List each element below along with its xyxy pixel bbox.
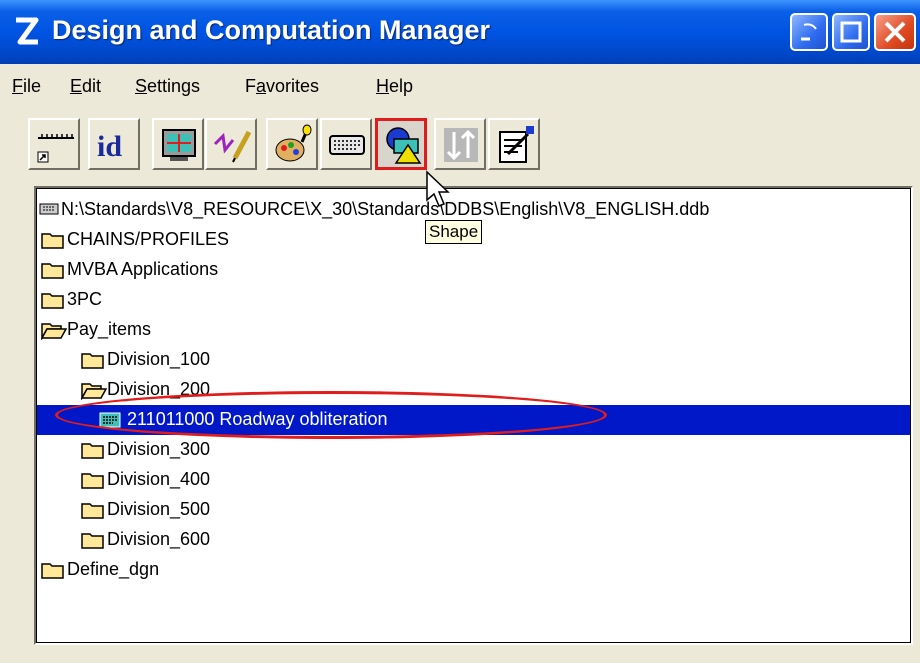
palette-icon bbox=[275, 124, 312, 162]
minimize-button[interactable] bbox=[790, 13, 828, 51]
menu-bar: File Edit Settings Favorites Help bbox=[0, 68, 920, 108]
folder-icon bbox=[41, 293, 64, 309]
tool-button-ruler[interactable] bbox=[28, 118, 80, 170]
title-bar[interactable]: Design and Computation Manager bbox=[0, 0, 920, 64]
clipboard-icon bbox=[499, 126, 534, 163]
toolbar: id bbox=[0, 110, 920, 182]
annotation-ellipse bbox=[55, 391, 607, 439]
pencil-icon bbox=[213, 130, 252, 163]
close-button[interactable] bbox=[874, 13, 916, 51]
folder-icon bbox=[41, 263, 64, 279]
tree-root-label: N:\Standards\V8_RESOURCE\X_30\Standards\… bbox=[61, 199, 710, 219]
tool-button-shape[interactable] bbox=[375, 118, 427, 170]
menu-settings[interactable]: Settings bbox=[135, 76, 200, 97]
tool-button-keyboard[interactable] bbox=[320, 118, 372, 170]
keyboard-icon bbox=[329, 135, 365, 155]
folder-icon bbox=[41, 233, 64, 249]
tree-item[interactable]: MVBA Applications bbox=[37, 255, 910, 285]
close-icon bbox=[884, 21, 906, 43]
folder-icon bbox=[81, 533, 104, 549]
folder-icon bbox=[41, 563, 64, 579]
maximize-icon bbox=[840, 21, 862, 43]
tool-button-clipboard[interactable] bbox=[488, 118, 540, 170]
monitor-icon bbox=[162, 129, 196, 161]
mouse-cursor-icon bbox=[426, 170, 450, 207]
menu-file[interactable]: File bbox=[12, 76, 41, 97]
tool-button-palette[interactable] bbox=[266, 118, 318, 170]
app-window: Design and Computation Manager File Edit… bbox=[0, 0, 920, 663]
tree-item[interactable]: Division_400 bbox=[37, 465, 910, 495]
folder-open-icon bbox=[81, 383, 107, 400]
maximize-button[interactable] bbox=[832, 13, 870, 51]
folder-icon bbox=[81, 473, 104, 489]
id-icon: id bbox=[97, 130, 122, 163]
window-title: Design and Computation Manager bbox=[52, 15, 491, 45]
tool-button-id[interactable]: id bbox=[88, 118, 140, 170]
tree-item[interactable]: Division_500 bbox=[37, 495, 910, 525]
folder-icon bbox=[81, 353, 104, 369]
minimize-icon bbox=[801, 23, 817, 41]
svg-text:id: id bbox=[97, 130, 122, 163]
menu-help[interactable]: Help bbox=[376, 76, 413, 97]
tool-button-pencil[interactable] bbox=[205, 118, 257, 170]
tool-button-monitor[interactable] bbox=[152, 118, 204, 170]
folder-open-icon bbox=[41, 323, 67, 340]
folder-icon bbox=[81, 503, 104, 519]
tooltip: Shape bbox=[425, 220, 483, 244]
tree-item[interactable]: 3PC bbox=[37, 285, 910, 315]
tree-item[interactable]: Define_dgn bbox=[37, 555, 910, 585]
app-logo-icon bbox=[16, 17, 39, 45]
ruler-shortcut-icon bbox=[37, 134, 74, 163]
tree-item[interactable]: Division_300 bbox=[37, 435, 910, 465]
shape-icon bbox=[386, 127, 422, 164]
tree-item[interactable]: Division_600 bbox=[37, 525, 910, 555]
database-icon bbox=[39, 203, 59, 215]
arrows-updown-icon bbox=[444, 128, 478, 162]
tree-item[interactable]: Division_100 bbox=[37, 345, 910, 375]
tree-item[interactable]: Pay_items bbox=[37, 315, 910, 345]
menu-edit[interactable]: Edit bbox=[70, 76, 101, 97]
folder-icon bbox=[81, 443, 104, 459]
tool-button-arrows[interactable] bbox=[434, 118, 486, 170]
menu-favorites[interactable]: Favorites bbox=[245, 76, 319, 97]
